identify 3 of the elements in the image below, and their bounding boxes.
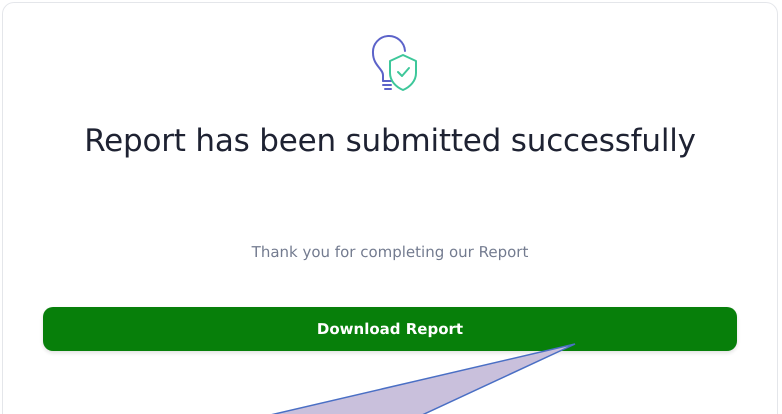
thank-you-message: Thank you for completing our Report bbox=[252, 243, 528, 261]
download-report-button[interactable]: Download Report bbox=[43, 307, 737, 351]
success-title: Report has been submitted successfully bbox=[84, 123, 696, 159]
